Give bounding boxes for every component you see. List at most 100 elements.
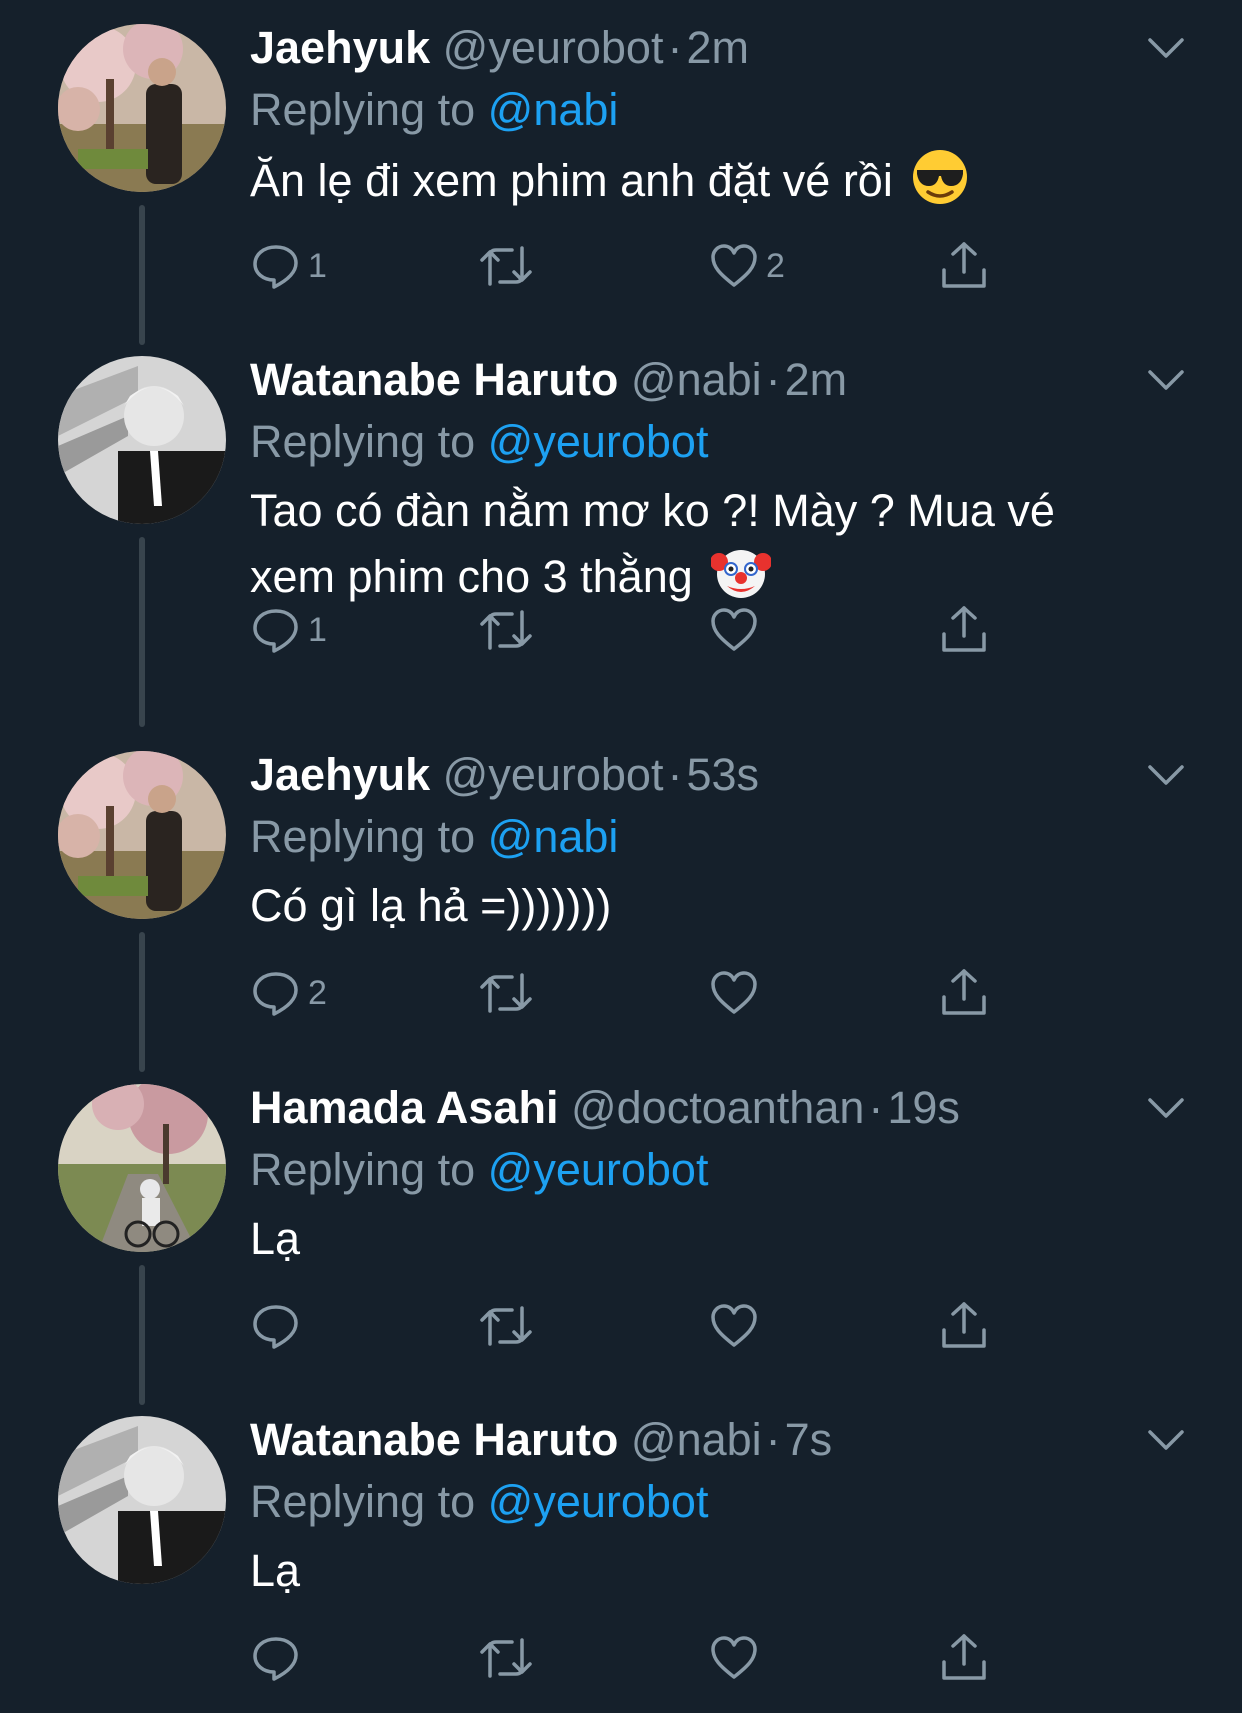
user-handle[interactable]: @yeurobot — [443, 749, 664, 800]
reply-icon — [253, 1305, 298, 1349]
reply-count: 1 — [308, 246, 327, 285]
avatar[interactable] — [58, 356, 226, 524]
tweet-text-content: Có gì lạ hả =))))))) — [250, 880, 612, 931]
replying-to-label: Replying to — [250, 1476, 476, 1527]
reply-icon — [253, 1637, 298, 1681]
like-button[interactable]: 2 — [708, 236, 785, 296]
chevron-down-icon[interactable] — [1142, 1090, 1190, 1126]
reply-count: 1 — [308, 610, 327, 649]
reply-icon — [253, 972, 298, 1016]
chevron-down-icon[interactable] — [1142, 1422, 1190, 1458]
share-button[interactable] — [938, 236, 990, 296]
tweet-actions: 1 — [250, 600, 1010, 660]
chevron-down-icon[interactable] — [1142, 362, 1190, 398]
avatar[interactable] — [58, 1416, 226, 1584]
share-button[interactable] — [938, 600, 990, 660]
mention-link[interactable]: @nabi — [488, 811, 619, 862]
bicycle-park-avatar-image — [58, 1084, 226, 1252]
replying-to-line: Replying to @nabi — [250, 811, 618, 863]
thread-connector-line — [139, 1265, 145, 1405]
display-name[interactable]: Jaehyuk — [250, 22, 430, 73]
tweet-text-content: Ăn lẹ đi xem phim anh đặt vé rồi — [250, 155, 893, 206]
reply-button[interactable]: 2 — [250, 963, 327, 1023]
tweet-text: Lạ — [250, 1208, 1150, 1270]
user-handle[interactable]: @nabi — [631, 1414, 762, 1465]
reply-thread: Jaehyuk @yeurobot·2m Replying to @nabi Ă… — [0, 0, 1242, 1713]
reply-button[interactable]: 1 — [250, 236, 327, 296]
user-handle[interactable]: @yeurobot — [443, 22, 664, 73]
timestamp[interactable]: 2m — [686, 22, 749, 73]
mention-link[interactable]: @yeurobot — [488, 1144, 709, 1195]
thread-connector-line — [139, 537, 145, 727]
retweet-icon — [480, 610, 532, 650]
reply-button[interactable] — [250, 1628, 308, 1688]
user-handle[interactable]: @doctoanthan — [571, 1082, 864, 1133]
reply-icon — [253, 245, 298, 289]
display-name[interactable]: Jaehyuk — [250, 749, 430, 800]
tweet-text: Lạ — [250, 1540, 1150, 1602]
retweet-button[interactable] — [478, 236, 540, 296]
reply-button[interactable] — [250, 1296, 308, 1356]
like-button[interactable] — [708, 1628, 766, 1688]
retweet-button[interactable] — [478, 1296, 540, 1356]
chevron-down-icon[interactable] — [1142, 30, 1190, 66]
separator-dot: · — [765, 354, 781, 405]
clown-face-icon — [711, 550, 772, 598]
timestamp[interactable]: 2m — [785, 354, 848, 405]
avatar[interactable] — [58, 751, 226, 919]
reply-icon — [253, 609, 298, 653]
mention-link[interactable]: @yeurobot — [488, 416, 709, 467]
share-button[interactable] — [938, 1628, 990, 1688]
reply-button[interactable]: 1 — [250, 600, 327, 660]
user-handle[interactable]: @nabi — [631, 354, 762, 405]
tweet[interactable]: Watanabe Haruto @nabi·7s Replying to @ye… — [0, 1392, 1242, 1713]
avatar[interactable] — [58, 1084, 226, 1252]
tweet[interactable]: Jaehyuk @yeurobot·53s Replying to @nabi … — [0, 727, 1242, 1072]
like-button[interactable] — [708, 1296, 766, 1356]
mention-link[interactable]: @nabi — [488, 84, 619, 135]
monochrome-avatar-image — [58, 356, 226, 524]
heart-icon — [711, 1304, 757, 1347]
retweet-button[interactable] — [478, 1628, 540, 1688]
chevron-down-icon[interactable] — [1142, 757, 1190, 793]
replying-to-label: Replying to — [250, 1144, 476, 1195]
timestamp[interactable]: 53s — [686, 749, 759, 800]
display-name[interactable]: Hamada Asahi — [250, 1082, 558, 1133]
cherry-blossom-avatar-image — [58, 751, 226, 919]
tweet[interactable]: Hamada Asahi @doctoanthan·19s Replying t… — [0, 1060, 1242, 1405]
tweet-header: Hamada Asahi @doctoanthan·19s — [250, 1082, 960, 1134]
share-button[interactable] — [938, 1296, 990, 1356]
retweet-button[interactable] — [478, 963, 540, 1023]
mention-link[interactable]: @yeurobot — [488, 1476, 709, 1527]
replying-to-line: Replying to @nabi — [250, 84, 618, 136]
share-icon — [942, 606, 986, 652]
tweet-actions — [250, 1628, 1010, 1688]
avatar[interactable] — [58, 24, 226, 192]
like-button[interactable] — [708, 600, 766, 660]
tweet-header: Watanabe Haruto @nabi·2m — [250, 354, 847, 406]
tweet-text-content: Lạ — [250, 1545, 301, 1596]
retweet-button[interactable] — [478, 600, 540, 660]
display-name[interactable]: Watanabe Haruto — [250, 354, 618, 405]
thread-connector-line — [139, 205, 145, 345]
tweet-text: Tao có đàn nằm mơ ko ?! Mày ? Mua vé xem… — [250, 480, 1150, 608]
share-icon — [942, 969, 986, 1015]
reply-count: 2 — [308, 973, 327, 1012]
share-button[interactable] — [938, 963, 990, 1023]
share-icon — [942, 242, 986, 288]
separator-dot: · — [667, 22, 683, 73]
like-button[interactable] — [708, 963, 766, 1023]
tweet[interactable]: Watanabe Haruto @nabi·2m Replying to @ye… — [0, 332, 1242, 727]
display-name[interactable]: Watanabe Haruto — [250, 1414, 618, 1465]
timestamp[interactable]: 7s — [785, 1414, 833, 1465]
retweet-icon — [480, 246, 532, 286]
cherry-blossom-avatar-image — [58, 24, 226, 192]
share-icon — [942, 1302, 986, 1348]
separator-dot: · — [868, 1082, 884, 1133]
tweet[interactable]: Jaehyuk @yeurobot·2m Replying to @nabi Ă… — [0, 0, 1242, 345]
separator-dot: · — [765, 1414, 781, 1465]
share-icon — [942, 1634, 986, 1680]
replying-to-label: Replying to — [250, 416, 476, 467]
timestamp[interactable]: 19s — [887, 1082, 960, 1133]
replying-to-line: Replying to @yeurobot — [250, 1144, 708, 1196]
